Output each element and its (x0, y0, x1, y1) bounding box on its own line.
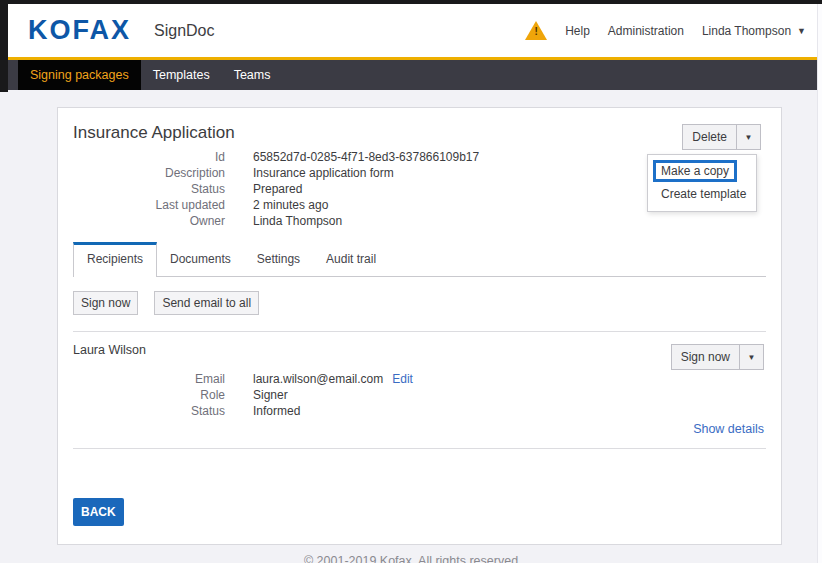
main-nav: Signing packages Templates Teams (8, 60, 817, 90)
detail-value: Informed (253, 403, 300, 419)
detail-row-owner: Owner Linda Thompson (73, 213, 766, 229)
recipient-section: Laura Wilson Sign now ▼ Email laura.wils… (73, 331, 766, 436)
user-menu[interactable]: Linda Thompson ▼ (702, 24, 806, 38)
detail-value: Insurance application form (253, 165, 394, 181)
detail-row-role: Role Signer (73, 387, 766, 403)
recipient-sign-now-button[interactable]: Sign now (671, 344, 740, 370)
send-email-to-all-button[interactable]: Send email to all (154, 291, 259, 315)
nav-item-signing-packages[interactable]: Signing packages (18, 60, 141, 90)
detail-value: Prepared (253, 181, 302, 197)
tab-settings[interactable]: Settings (244, 242, 313, 276)
detail-label: Last updated (73, 197, 225, 213)
tab-documents[interactable]: Documents (157, 242, 244, 276)
delete-dropdown-menu: Make a copy Create template (647, 154, 757, 212)
administration-link[interactable]: Administration (608, 24, 684, 38)
detail-label: Description (73, 165, 225, 181)
sign-now-button[interactable]: Sign now (73, 291, 138, 315)
detail-label: Status (73, 181, 225, 197)
window-left-edge (0, 4, 8, 92)
recipient-name: Laura Wilson (73, 342, 766, 358)
menu-item-create-template[interactable]: Create template (656, 185, 748, 203)
detail-value: Signer (253, 387, 288, 403)
detail-value: 65852d7d-0285-4f71-8ed3-637866109b17 (253, 149, 479, 165)
back-button[interactable]: BACK (73, 498, 124, 526)
package-tabs: Recipients Documents Settings Audit trai… (73, 242, 766, 277)
delete-dropdown-toggle[interactable]: ▼ (736, 124, 761, 150)
detail-row-recipient-status: Status Informed (73, 403, 766, 419)
delete-button[interactable]: Delete (682, 124, 737, 150)
window-top-edge (0, 0, 822, 4)
detail-label: Id (73, 149, 225, 165)
detail-label: Owner (73, 213, 225, 229)
warning-exclamation: ! (525, 26, 547, 37)
detail-value: 2 minutes ago (253, 197, 328, 213)
detail-label: Email (73, 371, 225, 387)
brand-gold-line (8, 57, 822, 60)
user-name: Linda Thompson (702, 24, 791, 38)
show-details-link[interactable]: Show details (73, 422, 766, 436)
chevron-down-icon: ▼ (797, 26, 806, 36)
edit-email-link[interactable]: Edit (392, 371, 413, 387)
footer-copyright: © 2001-2019 Kofax. All rights reserved (0, 553, 822, 563)
section-divider (73, 448, 766, 449)
signing-package-card: Insurance Application Delete ▼ Make a co… (57, 107, 782, 545)
menu-item-make-a-copy[interactable]: Make a copy (653, 160, 737, 182)
page-title: Insurance Application (73, 122, 766, 144)
kofax-logo: KOFAX (28, 15, 131, 46)
warning-icon[interactable]: ! (525, 21, 547, 40)
tab-recipients[interactable]: Recipients (73, 242, 157, 277)
nav-item-teams[interactable]: Teams (222, 60, 283, 90)
app-header: KOFAX SignDoc ! Help Administration Lind… (8, 4, 822, 57)
detail-label: Status (73, 403, 225, 419)
tab-audit-trail[interactable]: Audit trail (313, 242, 389, 276)
detail-value: laura.wilson@email.com (253, 371, 383, 387)
detail-row-email: Email laura.wilson@email.com Edit (73, 371, 766, 387)
recipient-details: Email laura.wilson@email.com Edit Role S… (73, 371, 766, 419)
scrollbar-track[interactable] (817, 4, 822, 563)
product-name: SignDoc (154, 22, 214, 40)
detail-label: Role (73, 387, 225, 403)
detail-value: Linda Thompson (253, 213, 342, 229)
help-link[interactable]: Help (565, 24, 590, 38)
recipient-sign-now-dropdown-toggle[interactable]: ▼ (739, 344, 764, 370)
nav-item-templates[interactable]: Templates (141, 60, 222, 90)
